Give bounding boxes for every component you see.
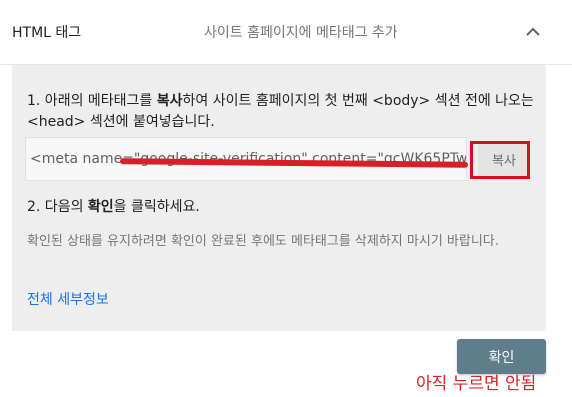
step-2-suffix: 을 클릭하세요. [113, 199, 200, 215]
step-1-bold: 복사 [156, 93, 183, 109]
section-title: HTML 태그 [12, 25, 82, 41]
step-2-prefix: 2. 다음의 [27, 199, 88, 215]
copy-button-highlight-box [470, 141, 530, 179]
step-1-prefix: 1. 아래의 메타태그를 [27, 93, 157, 109]
step-2-bold: 확인 [87, 199, 114, 215]
full-details-link[interactable]: 전체 세부정보 [27, 289, 109, 309]
section-description: 사이트 홈페이지에 메타태그 추가 [204, 25, 398, 41]
chevron-up-icon[interactable] [524, 25, 542, 39]
handwritten-annotation: 아직 누르면 안됨 [416, 374, 537, 394]
keep-meta-note: 확인된 상태를 유지하려면 확인이 완료된 후에도 메타태그를 삭제하지 마시기… [27, 234, 499, 249]
section-header[interactable]: HTML 태그 사이트 홈페이지에 메타태그 추가 [0, 0, 572, 65]
instructions-panel: 1. 아래의 메타태그를 복사하여 사이트 홈페이지의 첫 번째 <body> … [12, 65, 546, 331]
step-2-text: 2. 다음의 확인을 클릭하세요. [27, 196, 200, 216]
step-1-text: 1. 아래의 메타태그를 복사하여 사이트 홈페이지의 첫 번째 <body> … [27, 91, 537, 133]
